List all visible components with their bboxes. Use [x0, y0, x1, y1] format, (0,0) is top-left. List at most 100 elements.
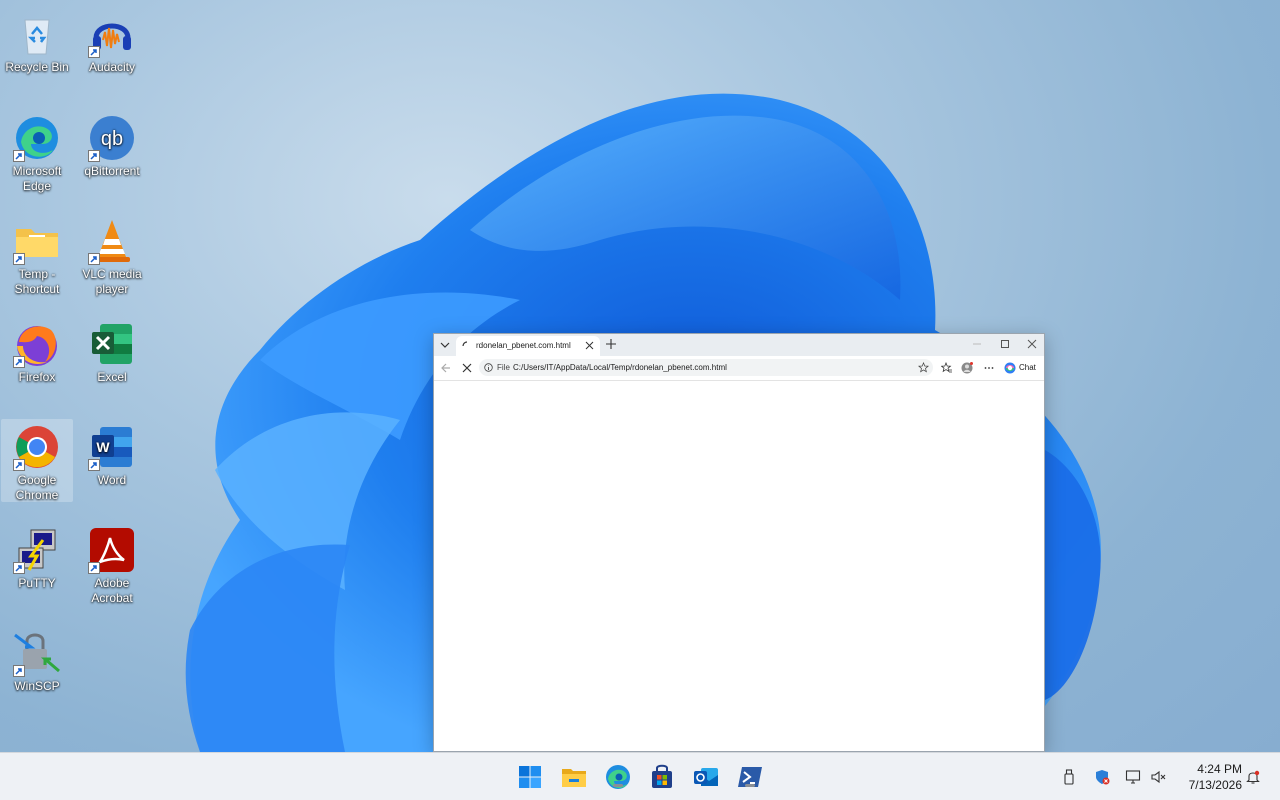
- desktop-icon-firefox[interactable]: Firefox: [1, 316, 73, 385]
- desktop-icon-excel[interactable]: Excel: [76, 316, 148, 385]
- desktop-icon-qbittorrent[interactable]: qb qBittorrent: [76, 110, 148, 179]
- desktop-icon-label: Audacity: [88, 60, 136, 74]
- clock-date: 7/13/2026: [1188, 778, 1242, 792]
- recycle-bin-icon: [13, 10, 61, 58]
- desktop-icon-vlc[interactable]: VLC media player: [76, 213, 148, 297]
- desktop-icon-label: Temp - Shortcut: [14, 267, 60, 296]
- taskbar-powershell[interactable]: [736, 763, 764, 791]
- desktop-icon-label: PuTTY: [18, 576, 56, 590]
- shortcut-arrow-icon: [88, 253, 100, 265]
- desktop-icon-word[interactable]: W Word: [76, 419, 148, 488]
- url-text[interactable]: C:/Users/IT/AppData/Local/Temp/rdonelan_…: [513, 363, 727, 372]
- file-explorer-icon: [562, 769, 586, 787]
- copilot-chat-button[interactable]: Chat: [1004, 360, 1040, 376]
- desktop-icon-label: Word: [97, 473, 127, 487]
- shortcut-arrow-icon: [13, 356, 25, 368]
- shortcut-arrow-icon: [13, 665, 25, 677]
- firefox-icon: [13, 320, 61, 368]
- close-window-icon[interactable]: [1027, 339, 1037, 349]
- tray-network[interactable]: [1125, 769, 1141, 785]
- desktop-icon-recycle-bin[interactable]: Recycle Bin: [1, 6, 73, 75]
- taskbar-store[interactable]: [648, 763, 676, 791]
- address-bar[interactable]: File C:/Users/IT/AppData/Local/Temp/rdon…: [479, 359, 933, 376]
- tray-notifications[interactable]: [1245, 769, 1261, 785]
- taskbar-outlook[interactable]: [692, 763, 720, 791]
- profile-avatar-icon[interactable]: [961, 362, 973, 374]
- new-tab-icon[interactable]: [605, 338, 617, 350]
- stop-loading-icon[interactable]: [461, 362, 473, 374]
- running-indicator: [613, 784, 623, 787]
- tray-security[interactable]: [1094, 769, 1110, 785]
- putty-icon: [13, 526, 61, 574]
- chrome-icon: [13, 423, 61, 471]
- shortcut-arrow-icon: [88, 46, 100, 58]
- desktop-icon-label: Excel: [97, 370, 127, 384]
- desktop-icon-label: qBittorrent: [84, 164, 140, 178]
- tab-strip: rdonelan_pbenet.com.html: [434, 334, 1044, 356]
- desktop-icon-audacity[interactable]: Audacity: [76, 6, 148, 75]
- store-icon: [652, 764, 672, 788]
- taskbar: 4:24 PM 7/13/2026: [0, 752, 1280, 800]
- loading-spinner-icon: [462, 341, 468, 347]
- desktop-icon-label: Microsoft Edge: [12, 164, 62, 193]
- more-options-icon[interactable]: [983, 362, 995, 374]
- volume-muted-icon: [1151, 770, 1166, 784]
- tray-usb[interactable]: [1061, 769, 1077, 785]
- browser-toolbar: File C:/Users/IT/AppData/Local/Temp/rdon…: [434, 356, 1044, 381]
- qbittorrent-icon: qb: [88, 114, 136, 162]
- browser-tab[interactable]: rdonelan_pbenet.com.html: [456, 336, 600, 356]
- vlc-icon: [88, 217, 136, 265]
- desktop-icon-putty[interactable]: PuTTY: [1, 522, 73, 591]
- audacity-icon: [88, 10, 136, 58]
- start-icon: [519, 766, 541, 788]
- security-shield-icon: [1096, 770, 1110, 785]
- shortcut-arrow-icon: [13, 150, 25, 162]
- taskbar-clock[interactable]: 4:24 PM 7/13/2026: [1176, 761, 1242, 793]
- desktop-icon-microsoft-edge[interactable]: Microsoft Edge: [1, 110, 73, 194]
- excel-icon: [88, 320, 136, 368]
- desktop-icon-winscp[interactable]: WinSCP: [1, 625, 73, 694]
- shortcut-arrow-icon: [13, 459, 25, 471]
- tray-volume[interactable]: [1150, 769, 1166, 785]
- usb-drive-icon: [1064, 769, 1074, 785]
- svg-text:qb: qb: [101, 128, 123, 150]
- desktop-icon-label: VLC media player: [82, 267, 142, 296]
- acrobat-icon: [88, 526, 136, 574]
- taskbar-file-explorer[interactable]: [560, 763, 588, 791]
- favorites-icon[interactable]: [941, 362, 953, 374]
- desktop-icon-label: Adobe Acrobat: [91, 576, 133, 605]
- start-button[interactable]: [516, 763, 544, 791]
- word-icon: W: [88, 423, 136, 471]
- desktop-icon-label: Google Chrome: [15, 473, 59, 502]
- copilot-icon: [1004, 362, 1016, 374]
- desktop-icon-adobe-acrobat[interactable]: Adobe Acrobat: [76, 522, 148, 606]
- outlook-icon: [694, 768, 718, 786]
- shortcut-arrow-icon: [88, 459, 100, 471]
- maximize-icon[interactable]: [1000, 339, 1010, 349]
- folder-icon: [13, 217, 61, 265]
- desktop-icon-label: Firefox: [18, 370, 56, 384]
- shortcut-arrow-icon: [13, 253, 25, 265]
- taskbar-edge[interactable]: [604, 763, 632, 791]
- desktop-icon-temp-shortcut[interactable]: Temp - Shortcut: [1, 213, 73, 297]
- desktop-icon-label: Recycle Bin: [5, 60, 69, 74]
- copilot-label: Chat: [1019, 363, 1036, 372]
- edge-icon: [13, 114, 61, 162]
- desktop-icon-google-chrome[interactable]: Google Chrome: [1, 419, 73, 502]
- network-icon: [1125, 770, 1141, 784]
- back-arrow-icon[interactable]: [440, 362, 452, 374]
- running-indicator: [745, 784, 755, 787]
- edge-browser-window[interactable]: rdonelan_pbenet.com.html File C:/Users/I…: [433, 333, 1045, 752]
- minimize-icon[interactable]: [972, 339, 982, 349]
- favorite-star-icon[interactable]: [918, 362, 929, 373]
- shortcut-arrow-icon: [13, 562, 25, 574]
- info-icon[interactable]: [484, 363, 493, 372]
- tab-actions-chevron-icon[interactable]: [438, 338, 452, 352]
- clock-time: 4:24 PM: [1197, 762, 1242, 776]
- shortcut-arrow-icon: [88, 150, 100, 162]
- notification-bell-icon: [1246, 770, 1260, 784]
- shortcut-arrow-icon: [88, 562, 100, 574]
- tab-close-icon[interactable]: [585, 341, 594, 350]
- desktop-icon-label: WinSCP: [14, 679, 60, 693]
- page-content-area[interactable]: [434, 381, 1044, 751]
